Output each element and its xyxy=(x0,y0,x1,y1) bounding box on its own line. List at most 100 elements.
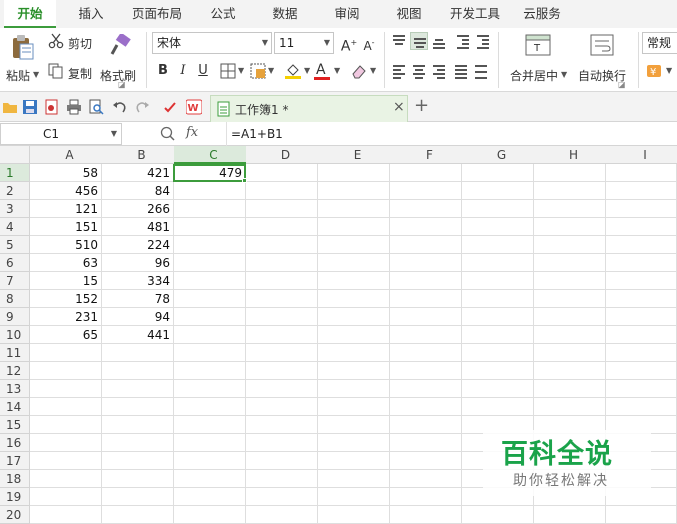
tab-data[interactable]: 数据 xyxy=(260,0,310,28)
cell-i8[interactable] xyxy=(606,290,677,308)
insert-function-button[interactable]: fx xyxy=(186,125,198,140)
cell-d1[interactable] xyxy=(246,164,318,182)
cell-i6[interactable] xyxy=(606,254,677,272)
cell-d9[interactable] xyxy=(246,308,318,326)
increase-indent-button[interactable] xyxy=(474,32,492,50)
row-header-5[interactable]: 5 xyxy=(0,236,30,254)
cell-b8[interactable]: 78 xyxy=(102,290,174,308)
paste-button[interactable]: 粘贴 ▼ xyxy=(6,32,40,88)
fill-handle[interactable] xyxy=(242,178,247,183)
row-header-10[interactable]: 10 xyxy=(0,326,30,344)
cell-e2[interactable] xyxy=(318,182,390,200)
row-header-7[interactable]: 7 xyxy=(0,272,30,290)
cell-b4[interactable]: 481 xyxy=(102,218,174,236)
cell-b16[interactable] xyxy=(102,434,174,452)
cell-d6[interactable] xyxy=(246,254,318,272)
align-middle-button[interactable] xyxy=(410,32,428,50)
cell-i11[interactable] xyxy=(606,344,677,362)
clipboard-dialog-launcher-icon[interactable]: ◪ xyxy=(118,80,126,89)
cell-g12[interactable] xyxy=(462,362,534,380)
cell-f3[interactable] xyxy=(390,200,462,218)
tab-home[interactable]: 开始 xyxy=(4,0,56,28)
cell-i9[interactable] xyxy=(606,308,677,326)
clear-format-button[interactable]: ▼ xyxy=(350,62,378,82)
cell-e5[interactable] xyxy=(318,236,390,254)
row-header-18[interactable]: 18 xyxy=(0,470,30,488)
cell-c20[interactable] xyxy=(174,506,246,524)
cell-h6[interactable] xyxy=(534,254,606,272)
customize-toolbar-icon[interactable] xyxy=(162,99,178,115)
cell-e8[interactable] xyxy=(318,290,390,308)
cell-e20[interactable] xyxy=(318,506,390,524)
row-header-15[interactable]: 15 xyxy=(0,416,30,434)
cell-c1[interactable]: 479 xyxy=(174,164,246,182)
column-header-e[interactable]: E xyxy=(318,146,398,164)
cell-f18[interactable] xyxy=(390,470,462,488)
cell-e1[interactable] xyxy=(318,164,390,182)
cell-f14[interactable] xyxy=(390,398,462,416)
row-header-20[interactable]: 20 xyxy=(0,506,30,524)
increase-font-size-button[interactable]: A+ xyxy=(340,34,358,55)
copy-button[interactable]: 复制 xyxy=(48,62,98,82)
cell-a18[interactable] xyxy=(30,470,102,488)
row-header-12[interactable]: 12 xyxy=(0,362,30,380)
undo-icon[interactable] xyxy=(112,99,128,115)
align-bottom-button[interactable] xyxy=(430,32,448,50)
cell-c4[interactable] xyxy=(174,218,246,236)
cell-d13[interactable] xyxy=(246,380,318,398)
save-icon[interactable] xyxy=(22,99,38,115)
cell-b11[interactable] xyxy=(102,344,174,362)
cell-c19[interactable] xyxy=(174,488,246,506)
cell-i1[interactable] xyxy=(606,164,677,182)
cut-button[interactable]: 剪切 xyxy=(48,32,98,52)
column-header-d[interactable]: D xyxy=(246,146,326,164)
cell-h5[interactable] xyxy=(534,236,606,254)
cell-a7[interactable]: 15 xyxy=(30,272,102,290)
cell-g20[interactable] xyxy=(462,506,534,524)
row-header-1[interactable]: 1 xyxy=(0,164,30,182)
cell-c5[interactable] xyxy=(174,236,246,254)
font-color-button[interactable]: A ▼ xyxy=(314,62,342,82)
cell-e19[interactable] xyxy=(318,488,390,506)
cell-a15[interactable] xyxy=(30,416,102,434)
font-size-select[interactable]: 11 ▼ xyxy=(274,32,334,54)
cell-f12[interactable] xyxy=(390,362,462,380)
export-pdf-icon[interactable] xyxy=(44,99,60,115)
row-header-11[interactable]: 11 xyxy=(0,344,30,362)
cell-h4[interactable] xyxy=(534,218,606,236)
column-header-h[interactable]: H xyxy=(534,146,614,164)
select-all-corner[interactable] xyxy=(0,146,30,164)
cell-c13[interactable] xyxy=(174,380,246,398)
cell-f15[interactable] xyxy=(390,416,462,434)
cell-a4[interactable]: 151 xyxy=(30,218,102,236)
cell-h12[interactable] xyxy=(534,362,606,380)
cell-g7[interactable] xyxy=(462,272,534,290)
tab-insert[interactable]: 插入 xyxy=(66,0,116,28)
cell-e16[interactable] xyxy=(318,434,390,452)
cell-i20[interactable] xyxy=(606,506,677,524)
underline-button[interactable]: U xyxy=(194,62,212,80)
chevron-down-icon[interactable]: ▼ xyxy=(111,124,117,144)
cell-d11[interactable] xyxy=(246,344,318,362)
cell-g2[interactable] xyxy=(462,182,534,200)
cell-a2[interactable]: 456 xyxy=(30,182,102,200)
column-header-f[interactable]: F xyxy=(390,146,470,164)
cell-d10[interactable] xyxy=(246,326,318,344)
align-top-button[interactable] xyxy=(390,32,408,50)
cell-i14[interactable] xyxy=(606,398,677,416)
cell-g5[interactable] xyxy=(462,236,534,254)
cell-e17[interactable] xyxy=(318,452,390,470)
currency-format-button[interactable]: ¥ ▼ xyxy=(646,62,676,82)
cell-e9[interactable] xyxy=(318,308,390,326)
cell-d3[interactable] xyxy=(246,200,318,218)
cell-a20[interactable] xyxy=(30,506,102,524)
redo-icon[interactable] xyxy=(134,99,150,115)
close-tab-icon[interactable]: × xyxy=(393,99,405,115)
merge-center-button[interactable]: T 合并居中 ▼ xyxy=(506,32,570,88)
cell-e7[interactable] xyxy=(318,272,390,290)
row-header-8[interactable]: 8 xyxy=(0,290,30,308)
cell-f13[interactable] xyxy=(390,380,462,398)
cell-i10[interactable] xyxy=(606,326,677,344)
cell-g14[interactable] xyxy=(462,398,534,416)
cell-f9[interactable] xyxy=(390,308,462,326)
